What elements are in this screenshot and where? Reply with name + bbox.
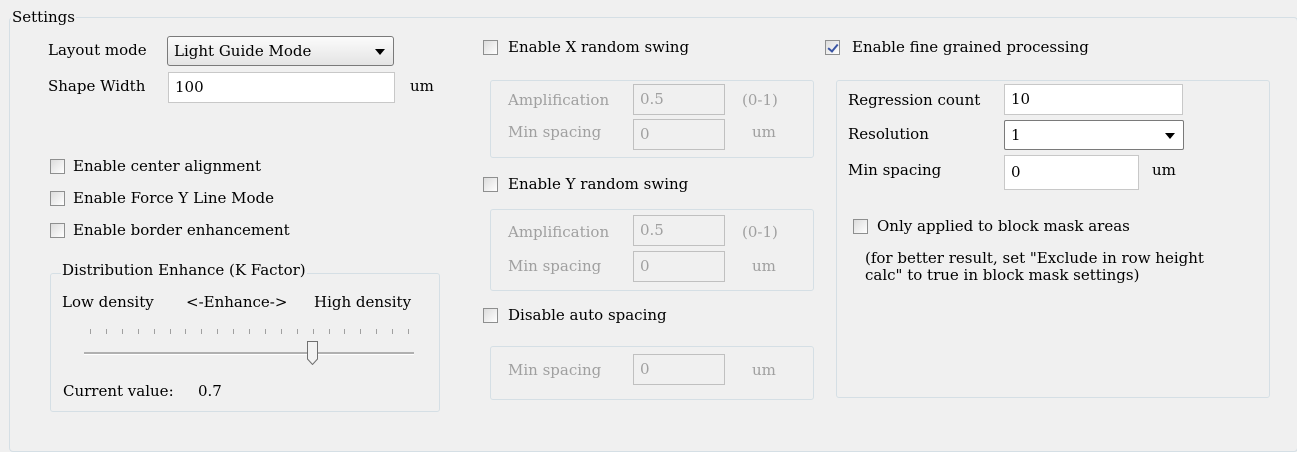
auto-min-spacing-label: Min spacing (508, 361, 602, 379)
slider-tick (121, 329, 123, 334)
block-mask-label[interactable]: Only applied to block mask areas (877, 216, 1130, 236)
force-y-line-checkbox[interactable] (50, 191, 65, 206)
fg-min-spacing-label: Min spacing (848, 161, 942, 179)
k-factor-slider-thumb[interactable] (307, 341, 319, 365)
y-amplification-input[interactable]: 0.5 (633, 215, 725, 246)
y-min-spacing-unit: um (752, 257, 776, 275)
x-amplification-range: (0-1) (742, 91, 778, 109)
fine-grained-checkbox[interactable] (825, 40, 840, 55)
slider-tick (217, 329, 219, 334)
slider-tick (280, 329, 282, 334)
slider-tick (137, 329, 139, 334)
x-amplification-label: Amplification (508, 91, 610, 109)
auto-min-spacing-input[interactable]: 0 (633, 354, 725, 385)
center-alignment-label[interactable]: Enable center alignment (73, 156, 261, 176)
y-min-spacing-input[interactable]: 0 (633, 251, 725, 282)
slider-tick (233, 329, 235, 334)
high-density-label: High density (314, 293, 412, 311)
x-min-spacing-input[interactable]: 0 (633, 119, 725, 150)
fg-min-spacing-unit: um (1152, 161, 1176, 179)
x-random-swing-label[interactable]: Enable X random swing (508, 37, 689, 57)
chevron-down-icon (1165, 133, 1175, 139)
block-mask-checkbox[interactable] (853, 219, 868, 234)
current-value: 0.7 (198, 382, 222, 400)
slider-tick (105, 329, 107, 334)
block-mask-note-line1: (for better result, set "Exclude in row … (865, 249, 1204, 267)
resolution-value: 1 (1011, 126, 1021, 144)
distribution-group-title: Distribution Enhance (K Factor) (61, 261, 307, 279)
settings-group-title: Settings (11, 8, 76, 26)
slider-tick (169, 329, 171, 334)
slider-tick (296, 329, 298, 334)
k-factor-slider-track[interactable] (84, 352, 414, 355)
slider-tick (360, 329, 362, 334)
auto-spacing-checkbox[interactable] (483, 308, 498, 323)
y-random-swing-checkbox[interactable] (483, 177, 498, 192)
x-random-swing-checkbox[interactable] (483, 40, 498, 55)
fine-grained-label[interactable]: Enable fine grained processing (852, 37, 1089, 57)
shape-width-unit: um (410, 77, 434, 95)
x-min-spacing-unit: um (752, 123, 776, 141)
resolution-dropdown[interactable]: 1 (1004, 120, 1184, 150)
slider-tick (392, 329, 394, 334)
slider-tick (408, 329, 409, 334)
y-min-spacing-label: Min spacing (508, 257, 602, 275)
slider-tick (264, 329, 266, 334)
auto-min-spacing-unit: um (752, 361, 776, 379)
slider-tick (90, 329, 91, 334)
current-value-label: Current value: (63, 382, 174, 400)
y-random-swing-label[interactable]: Enable Y random swing (508, 174, 688, 194)
regression-count-input[interactable]: 10 (1004, 84, 1183, 115)
center-alignment-checkbox[interactable] (50, 159, 65, 174)
enhance-label: <-Enhance-> (186, 293, 288, 311)
regression-count-label: Regression count (848, 91, 981, 109)
border-enhancement-label[interactable]: Enable border enhancement (73, 220, 290, 240)
slider-tick (344, 329, 346, 334)
slider-tick (153, 329, 155, 334)
border-enhancement-checkbox[interactable] (50, 223, 65, 238)
slider-tick (376, 329, 378, 334)
y-amplification-label: Amplification (508, 223, 610, 241)
chevron-down-icon (375, 49, 385, 55)
x-amplification-input[interactable]: 0.5 (633, 84, 725, 115)
shape-width-label: Shape Width (48, 77, 146, 95)
y-amplification-range: (0-1) (742, 223, 778, 241)
slider-tick (249, 329, 250, 334)
block-mask-note-line2: calc" to true in block mask settings) (865, 266, 1140, 284)
resolution-label: Resolution (848, 125, 929, 143)
layout-mode-dropdown[interactable]: Light Guide Mode (167, 36, 394, 66)
fg-min-spacing-input[interactable]: 0 (1004, 155, 1139, 190)
slider-tick (312, 329, 314, 334)
slider-tick (201, 329, 203, 334)
shape-width-input[interactable]: 100 (168, 72, 395, 103)
layout-mode-label: Layout mode (48, 41, 147, 59)
layout-mode-value: Light Guide Mode (174, 42, 312, 60)
slider-tick (328, 329, 330, 334)
slider-tick (185, 329, 187, 334)
low-density-label: Low density (62, 293, 154, 311)
force-y-line-label[interactable]: Enable Force Y Line Mode (73, 188, 274, 208)
auto-spacing-label[interactable]: Disable auto spacing (508, 305, 667, 325)
x-min-spacing-label: Min spacing (508, 123, 602, 141)
